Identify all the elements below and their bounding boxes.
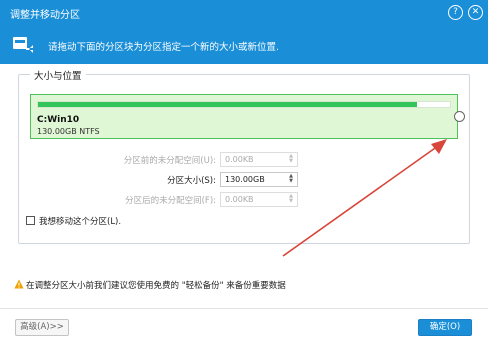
instruction-banner: 请拖动下面的分区块为分区指定一个新的大小或新位置. <box>0 26 488 64</box>
partition-size-input[interactable]: 130.00GB ▲ ▼ <box>220 172 298 187</box>
after-space-value: 0.00KB <box>225 195 254 204</box>
partition-size-spinner[interactable]: ▲ ▼ <box>287 174 295 185</box>
partition-name: C:Win10 <box>37 115 80 125</box>
ok-button[interactable]: 确定(O) <box>418 319 472 336</box>
help-button[interactable]: ? <box>448 5 463 20</box>
title-bar: 调整并移动分区 ? ✕ <box>0 0 488 26</box>
before-space-input[interactable]: 0.00KB ▲ ▼ <box>220 152 298 167</box>
usage-bar <box>37 101 451 108</box>
before-space-label: 分区前的未分配空间(U): <box>123 156 216 166</box>
usage-bar-fill <box>38 102 418 107</box>
partition-info: 130.00GB NTFS <box>37 127 100 136</box>
move-partition-label: 我想移动这个分区(L). <box>39 217 122 227</box>
partition-size-label: 分区大小(S): <box>167 176 216 186</box>
before-space-value: 0.00KB <box>225 155 254 164</box>
partition-move-icon <box>13 37 33 53</box>
advanced-button[interactable]: 高级(A)>> <box>15 319 69 336</box>
banner-text: 请拖动下面的分区块为分区指定一个新的大小或新位置. <box>48 42 280 53</box>
after-space-label: 分区后的未分配空间(F): <box>125 196 216 206</box>
close-button[interactable]: ✕ <box>468 5 483 20</box>
resize-handle[interactable] <box>454 111 465 122</box>
partition-size-value: 130.00GB <box>225 175 265 184</box>
warning-text: 在调整分区大小前我们建议您使用免费的 "轻松备份" 来备份重要数据 <box>26 281 286 291</box>
window-title: 调整并移动分区 <box>10 10 80 21</box>
move-partition-checkbox[interactable] <box>26 216 35 225</box>
after-space-input[interactable]: 0.00KB ▲ ▼ <box>220 192 298 207</box>
before-space-spinner[interactable]: ▲ ▼ <box>287 154 295 165</box>
warning-icon <box>14 279 24 289</box>
after-space-spinner[interactable]: ▲ ▼ <box>287 194 295 205</box>
footer-separator <box>0 308 488 309</box>
partition-block[interactable]: C:Win10 130.00GB NTFS <box>30 94 458 139</box>
group-label: 大小与位置 <box>30 68 86 82</box>
